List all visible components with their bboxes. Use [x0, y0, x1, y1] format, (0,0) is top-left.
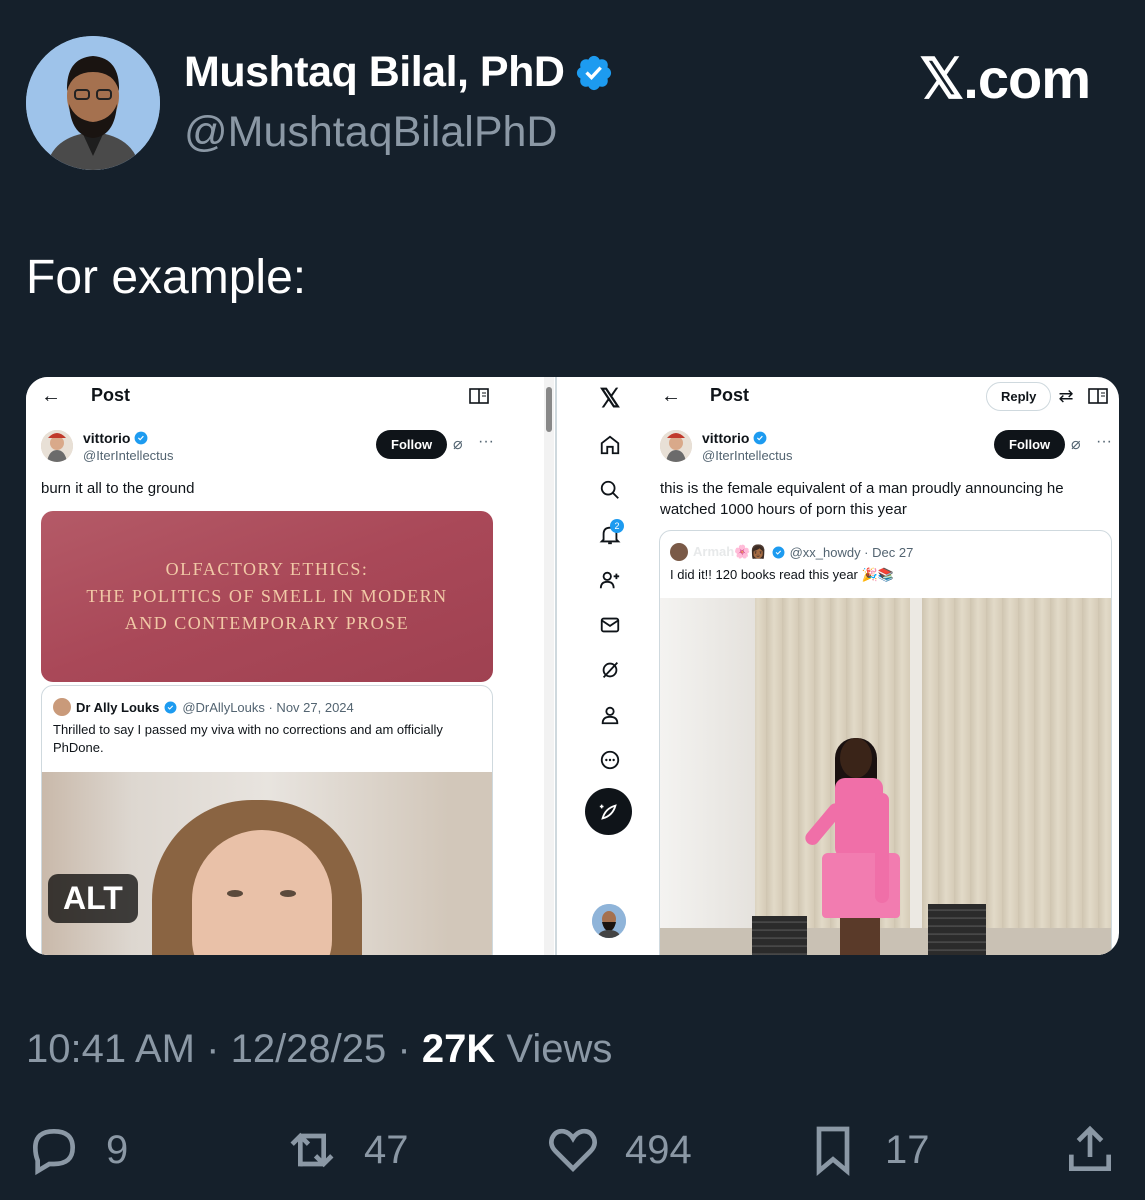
alt-badge: ALT [48, 874, 138, 923]
author-handle[interactable]: @MushtaqBilalPhD [184, 108, 557, 157]
avatar [53, 698, 71, 716]
quoted-post: Armah🌸👩🏾 @xx_howdy · Dec 27 I did it!! 1… [659, 530, 1112, 955]
user-handle: @IterIntellectus [83, 448, 174, 463]
reply-action[interactable]: 9 [26, 1122, 128, 1178]
grok-icon: ⌀ [453, 436, 463, 453]
avatar [670, 543, 688, 561]
quote-user-name: Armah🌸👩🏾 [693, 544, 767, 559]
verified-badge-icon [164, 701, 177, 713]
reply-icon [32, 1128, 76, 1176]
quote-handle-date: @DrAllyLouks · Nov 27, 2024 [182, 699, 354, 715]
scrollbar [544, 377, 554, 955]
page-title: Post [91, 385, 131, 405]
post-text: burn it all to the ground [41, 480, 195, 497]
quote-text: Thrilled to say I passed my viva with no… [53, 722, 443, 755]
more-options-icon [597, 747, 623, 773]
tweet-media[interactable]: ← Post vittorio @IterIntellectus Follow … [26, 377, 1119, 955]
follow-button: Follow [376, 430, 448, 459]
repost-count: 47 [364, 1127, 409, 1172]
home-icon [597, 432, 623, 458]
grok-icon [597, 657, 623, 683]
views-count: 27K [421, 1027, 496, 1071]
tweet-text: For example: [26, 251, 307, 304]
x-logo-icon: 𝕏 [599, 382, 621, 413]
bookmark-action[interactable]: 17 [805, 1122, 930, 1178]
scroll-thumb [546, 387, 552, 432]
pane-divider [555, 377, 557, 955]
views-label: Views [506, 1027, 613, 1071]
repost-icon [290, 1132, 334, 1168]
reply-count: 9 [106, 1127, 129, 1172]
add-person-icon [597, 567, 623, 593]
quote-text: I did it!! 120 books read this year 🎉📚 [670, 567, 894, 582]
book-cover-image: OLFACTORY ETHICS: THE POLITICS OF SMELL … [41, 511, 493, 682]
reader-mode-icon [469, 388, 489, 404]
quote-photo [660, 598, 1111, 955]
author-name[interactable]: Mushtaq Bilal, PhD [184, 48, 614, 97]
like-action[interactable]: 494 [545, 1122, 692, 1178]
tweet-meta: 10:41 AM · 12/28/25 · 27K Views [26, 1027, 613, 1071]
bookmark-icon [816, 1126, 850, 1176]
profile-icon [597, 702, 623, 728]
grok-icon: ⌀ [1071, 436, 1081, 453]
user-handle: @IterIntellectus [702, 448, 793, 463]
filter-icon: ⇄ [1058, 385, 1074, 406]
left-screenshot: ← Post vittorio @IterIntellectus Follow … [26, 377, 548, 955]
verified-badge-icon [135, 431, 148, 445]
user-name: vittorio [83, 430, 148, 446]
repost-action[interactable]: 47 [284, 1122, 409, 1178]
verified-badge-icon [577, 55, 612, 90]
search-icon [597, 477, 623, 503]
share-icon [1069, 1125, 1111, 1171]
x-logo: 𝕏.com [919, 47, 1091, 110]
more-icon: ··· [1096, 433, 1112, 450]
quote-user-name: Dr Ally Louks [76, 699, 160, 715]
quote-photo [42, 772, 492, 955]
user-name: vittorio [702, 430, 767, 446]
book-title-line: AND CONTEMPORARY PROSE [124, 613, 410, 633]
heart-icon [549, 1128, 597, 1172]
back-arrow-icon: ← [41, 385, 61, 407]
more-icon: ··· [478, 433, 494, 450]
author-avatar[interactable] [26, 36, 160, 170]
bookmark-count: 17 [885, 1127, 930, 1172]
quote-header: Armah🌸👩🏾 @xx_howdy · Dec 27 [670, 543, 913, 561]
book-title-line: OLFACTORY ETHICS: [165, 559, 369, 579]
page-title: Post [710, 385, 750, 405]
compose-button [585, 788, 632, 835]
account-avatar [592, 904, 626, 938]
tweet-date[interactable]: 12/28/25 [231, 1027, 387, 1071]
like-count: 494 [625, 1127, 692, 1172]
reader-mode-icon [1088, 388, 1108, 404]
avatar [660, 430, 692, 462]
follow-button: Follow [994, 430, 1066, 459]
tweet-time[interactable]: 10:41 AM [26, 1027, 195, 1071]
quote-handle-date: @xx_howdy · Dec 27 [789, 544, 914, 560]
reply-button: Reply [986, 382, 1052, 411]
quote-header: Dr Ally Louks @DrAllyLouks · Nov 27, 202… [53, 698, 354, 716]
share-action[interactable] [1062, 1122, 1118, 1178]
verified-badge-icon [772, 546, 785, 558]
post-text: this is the female equivalent of a man p… [660, 480, 1064, 518]
verified-badge-icon [754, 431, 767, 445]
avatar [41, 430, 73, 462]
mail-icon [597, 612, 623, 638]
notification-badge: 2 [610, 519, 624, 533]
book-title-line: THE POLITICS OF SMELL IN MODERN [86, 586, 448, 606]
back-arrow-icon: ← [661, 385, 681, 407]
